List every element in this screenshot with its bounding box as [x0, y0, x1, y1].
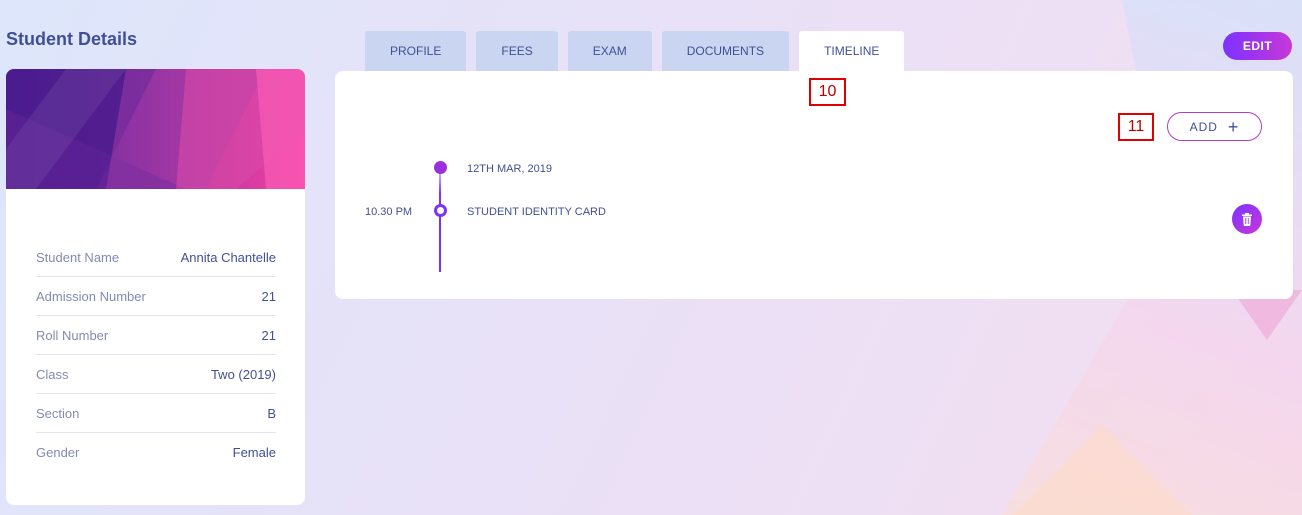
add-timeline-button[interactable]: ADD +: [1167, 112, 1262, 141]
profile-banner: [6, 69, 305, 189]
timeline-entry-title: STUDENT IDENTITY CARD: [467, 206, 606, 218]
annotation-marker: 10: [809, 78, 846, 106]
edit-button[interactable]: EDIT: [1223, 32, 1292, 60]
detail-value: Annita Chantelle: [180, 249, 276, 265]
detail-row-admission-number: Admission Number 21: [36, 277, 276, 316]
detail-value: Two (2019): [210, 366, 276, 382]
detail-label: Roll Number: [36, 327, 109, 343]
page-title: Student Details: [6, 29, 138, 49]
tab-profile[interactable]: PROFILE: [365, 31, 467, 71]
timeline-date: 12TH MAR, 2019: [467, 163, 552, 175]
student-detail-list: Student Name Annita Chantelle Admission …: [36, 238, 276, 472]
detail-row-section: Section B: [36, 394, 276, 433]
detail-label: Admission Number: [36, 288, 146, 304]
trash-icon: [1242, 212, 1252, 226]
detail-label: Student Name: [36, 249, 120, 265]
detail-value: B: [267, 405, 276, 421]
timeline-date-dot: [434, 161, 447, 174]
student-profile-card: Student Name Annita Chantelle Admission …: [6, 69, 305, 505]
detail-value: Female: [232, 445, 276, 460]
detail-value: 21: [261, 288, 276, 304]
detail-value: 21: [261, 327, 276, 343]
banner-pattern: [6, 69, 305, 189]
detail-row-gender: Gender Female: [36, 433, 276, 472]
delete-entry-button[interactable]: [1232, 204, 1262, 234]
plus-icon: +: [1227, 116, 1240, 137]
detail-row-class: Class Two (2019): [36, 355, 276, 394]
tab-bar: PROFILE FEES EXAM DOCUMENTS TIMELINE: [365, 31, 905, 71]
add-button-label: ADD: [1189, 119, 1218, 134]
detail-row-student-name: Student Name Annita Chantelle: [36, 238, 276, 277]
detail-row-roll-number: Roll Number 21: [36, 316, 276, 355]
detail-label: Gender: [36, 445, 80, 460]
detail-label: Class: [36, 366, 69, 382]
detail-label: Section: [36, 405, 80, 421]
tab-documents[interactable]: DOCUMENTS: [661, 31, 790, 71]
tab-exam[interactable]: EXAM: [567, 31, 652, 71]
tab-fees[interactable]: FEES: [476, 31, 558, 71]
timeline-entry-dot: [434, 204, 447, 217]
background-shape: [1012, 425, 1192, 515]
tab-timeline[interactable]: TIMELINE: [799, 31, 905, 71]
timeline-time: 10.30 PM: [365, 206, 413, 218]
annotation-marker: 11: [1118, 113, 1154, 141]
